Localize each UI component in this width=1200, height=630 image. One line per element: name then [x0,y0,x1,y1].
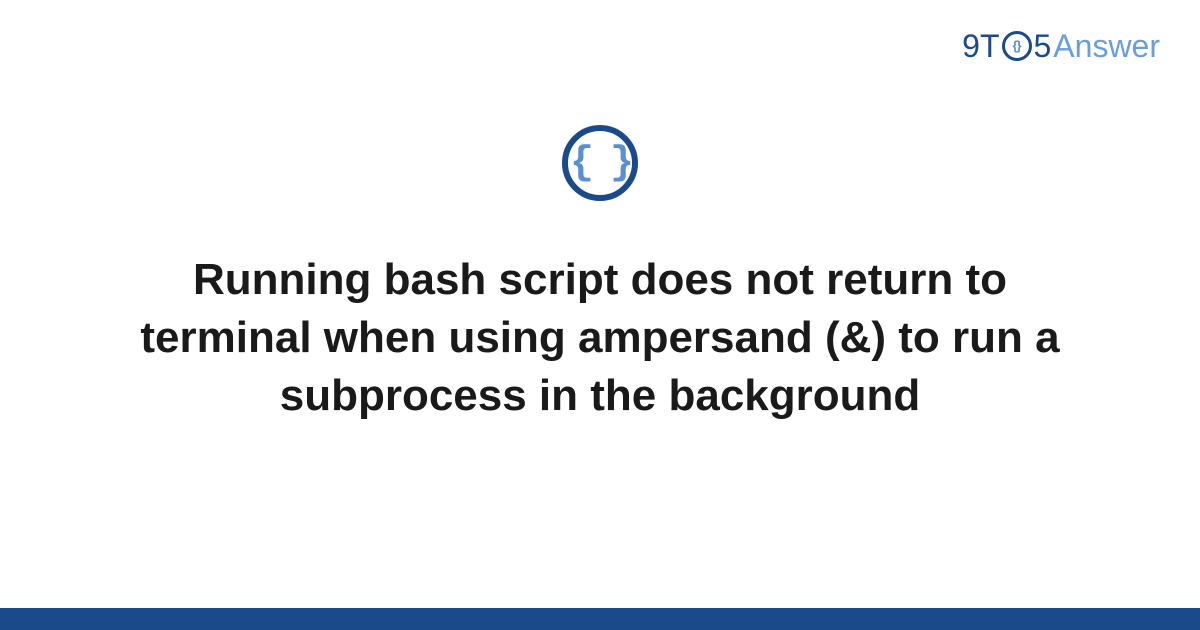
logo-text-9t: 9T [962,28,999,65]
logo-text-5: 5 [1034,28,1052,65]
site-logo: 9T {} 5 Answer [962,28,1160,65]
footer-bar [0,608,1200,630]
topic-icon: { } [562,125,638,201]
logo-text-answer: Answer [1053,28,1160,65]
page-title: Running bash script does not return to t… [0,251,1200,425]
logo-braces-small: {} [1012,38,1020,53]
braces-icon: { } [570,141,630,186]
main-content: { } Running bash script does not return … [0,125,1200,425]
logo-circle-icon: {} [1002,31,1032,61]
